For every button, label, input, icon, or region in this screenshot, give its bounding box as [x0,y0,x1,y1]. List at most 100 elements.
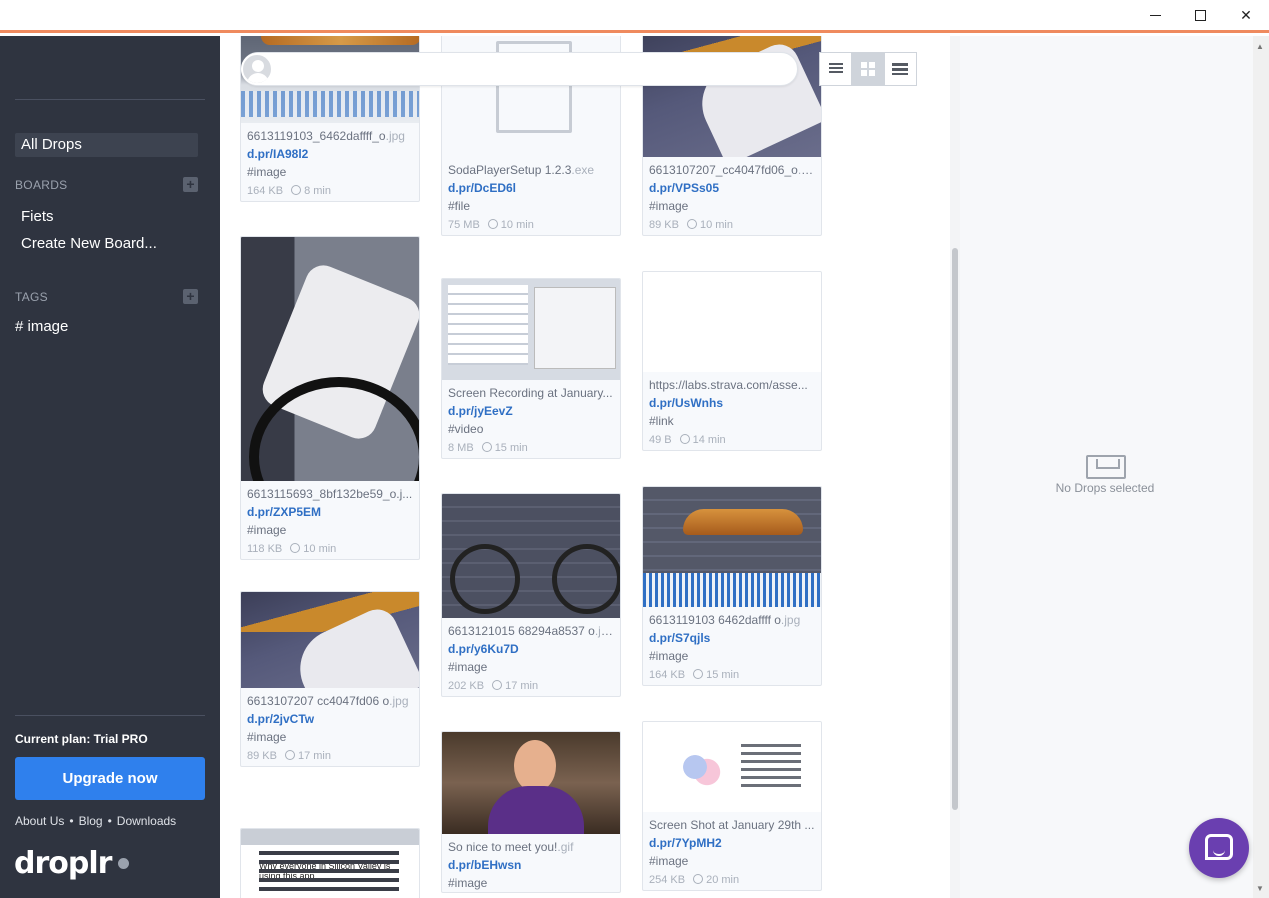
footer-separator: • [107,814,112,828]
drop-card[interactable]: Why everyone in Silicon Valley is using … [240,828,420,898]
current-plan-label: Current plan: Trial PRO [15,732,148,746]
drop-tag[interactable]: #image [649,197,815,215]
drop-info: 89 KB 17 min [247,750,331,762]
drop-tag[interactable]: #image [247,728,413,746]
chat-icon [1205,834,1233,860]
drop-tag[interactable]: #image [448,658,614,676]
clock-icon [492,680,503,690]
drop-link[interactable]: d.pr/7YpMH2 [649,834,815,852]
create-new-board-link[interactable]: Create New Board... [21,235,157,252]
drop-filename: SodaPlayerSetup 1.2.3.exe [448,163,595,177]
window-scrollbar[interactable] [1253,36,1269,898]
upgrade-button[interactable]: Upgrade now [15,757,205,800]
drop-thumbnail [442,279,620,380]
drop-tag[interactable]: #image [247,163,413,181]
drop-link[interactable]: d.pr/jyEevZ [448,402,614,420]
sidebar: All Drops BOARDS + Fiets Create New Boar… [0,36,220,898]
drop-link[interactable]: d.pr/IA98l2 [247,145,413,163]
drop-link[interactable]: d.pr/S7qjls [649,629,815,647]
boards-heading: BOARDS [15,178,68,192]
clock-icon [290,543,301,553]
minimize-button[interactable] [1132,0,1178,30]
footer-links: About Us • Blog • Downloads [15,814,176,828]
droplr-logo: droplr [14,846,112,881]
list-view-icon [828,63,843,75]
drop-link[interactable]: d.pr/DcED6l [448,179,614,197]
list-view-button[interactable] [820,53,853,85]
drop-tag[interactable]: #image [247,521,413,539]
drop-card[interactable]: 6613121015 68294a8537 o.jpg d.pr/y6Ku7D … [441,493,621,697]
drop-info: 164 KB 15 min [649,669,740,681]
clock-icon [693,874,704,884]
drop-thumbnail [442,732,620,834]
drop-tag[interactable]: #image [649,647,815,665]
drop-tag[interactable]: #link [649,412,815,430]
drop-thumbnail [643,487,821,607]
drop-filename: 6613121015 68294a8537 o.jpg [448,624,614,638]
drop-thumbnail [241,237,419,481]
drop-card[interactable]: 6613107207 cc4047fd06 o.jpg d.pr/2jvCTw … [240,591,420,767]
drop-thumbnail [643,722,821,812]
chat-launcher-button[interactable] [1189,818,1249,878]
scroll-down-icon[interactable]: ▼ [1256,884,1264,893]
drop-tag[interactable]: #image [649,852,815,870]
minimize-icon [1149,14,1161,16]
blog-link[interactable]: Blog [79,814,103,828]
drop-link[interactable]: d.pr/UsWnhs [649,394,815,412]
sidebar-item-all-drops[interactable]: All Drops [15,133,198,157]
drop-thumbnail [442,494,620,618]
drop-filename: 6613107207_cc4047fd06_o.jpg [649,163,815,177]
drop-tag[interactable]: #image [448,874,614,892]
maximize-button[interactable] [1177,0,1223,30]
drop-info: 202 KB 17 min [448,680,539,692]
sidebar-item-board-fiets[interactable]: Fiets [21,208,54,225]
drop-card[interactable]: 6613115693_8bf132be59_o.j... d.pr/ZXP5EM… [240,236,420,560]
thumbnail-caption: Why everyone in Silicon Valley is using … [259,861,391,881]
drop-filename: So nice to meet you!.gif [448,840,574,854]
drop-filename: Screen Recording at January... [448,386,613,400]
about-us-link[interactable]: About Us [15,814,64,828]
drop-card[interactable]: Screen Recording at January... d.pr/jyEe… [441,278,621,459]
grid-scrollbar-thumb[interactable] [952,248,958,810]
grid-view-button[interactable] [852,53,885,85]
close-button[interactable]: ✕ [1223,0,1269,30]
drop-filename: 6613119103 6462daffff o.jpg [649,613,801,627]
rows-view-icon [892,63,909,75]
sidebar-divider [15,99,205,100]
drop-link[interactable]: d.pr/bEHwsn [448,856,614,874]
tags-heading: TAGS [15,290,48,304]
search-input[interactable] [241,52,798,86]
clock-icon [679,434,690,444]
drop-info: 49 B 14 min [649,434,726,446]
clock-icon [291,185,302,195]
footer-separator: • [69,814,74,828]
drops-grid: 6613119103_6462daffff_o.jpg d.pr/IA98l2 … [220,36,950,898]
add-board-button[interactable]: + [183,177,198,192]
drop-info: 254 KB 20 min [649,874,740,886]
drop-link[interactable]: d.pr/y6Ku7D [448,640,614,658]
add-tag-button[interactable]: + [183,289,198,304]
drop-card[interactable]: 6613119103 6462daffff o.jpg d.pr/S7qjls … [642,486,822,686]
drop-info: 89 KB 10 min [649,219,733,231]
drop-thumbnail [241,592,419,688]
drop-filename: Screen Shot at January 29th ... [649,818,815,832]
drop-tag[interactable]: #file [448,197,614,215]
drop-card[interactable]: So nice to meet you!.gif d.pr/bEHwsn #im… [441,731,621,893]
drop-tag[interactable]: #video [448,420,614,438]
drop-link[interactable]: d.pr/VPSs05 [649,179,815,197]
drop-card[interactable]: Screen Shot at January 29th ... d.pr/7Yp… [642,721,822,891]
drop-link[interactable]: d.pr/2jvCTw [247,710,413,728]
clock-icon [686,219,697,229]
drop-card[interactable]: https://labs.strava.com/asse... d.pr/UsW… [642,271,822,451]
sidebar-item-tag-image[interactable]: # image [15,318,68,335]
drop-link[interactable]: d.pr/ZXP5EM [247,503,413,521]
rows-view-button[interactable] [885,53,916,85]
drop-info: 118 KB 10 min [247,543,337,555]
view-toggle [819,52,917,86]
clock-icon [487,219,498,229]
close-icon: ✕ [1240,6,1252,23]
drop-info: 164 KB 8 min [247,185,331,197]
downloads-link[interactable]: Downloads [117,814,176,828]
user-avatar-icon[interactable] [241,53,273,85]
scroll-up-icon[interactable]: ▲ [1256,42,1264,51]
